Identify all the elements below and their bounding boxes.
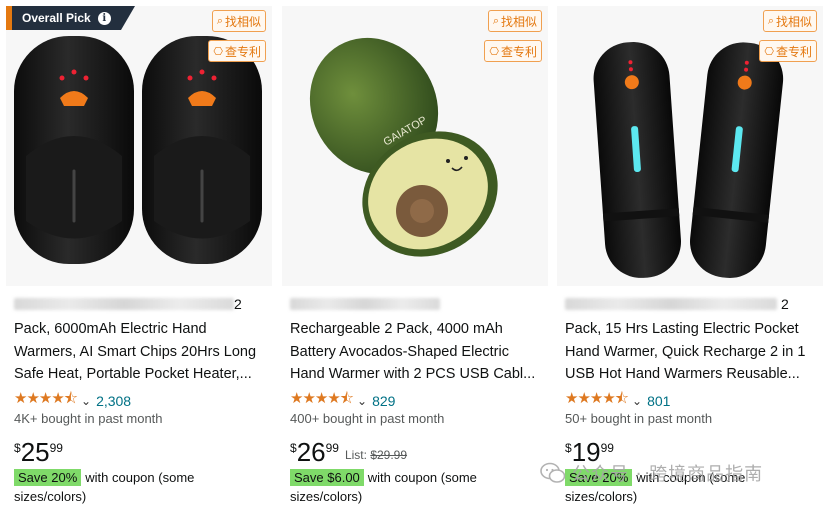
patent-icon: ⎔	[489, 44, 499, 58]
check-patent-button[interactable]: ⎔ 查专利	[759, 40, 817, 62]
search-icon: ⌕	[492, 14, 499, 27]
blurred-title-start	[14, 298, 234, 310]
product-card-1[interactable]: Overall Pick i ⌕ 找相似 ⎔ 查专利 2 Pack, 6000mAh…	[6, 6, 272, 507]
chevron-down-icon[interactable]: ⌄	[632, 394, 642, 408]
product-image-3[interactable]: ⌕ 找相似 ⎔ 查专利	[557, 6, 823, 286]
check-patent-button[interactable]: ⎔ 查专利	[484, 40, 542, 62]
coupon-info[interactable]: Save $6.00 with coupon (some sizes/colors…	[290, 468, 540, 506]
product-card-2[interactable]: GAIATOP ⌕ 找相似 ⎔ 查专利 Rechargeable 2 Pack, 4…	[282, 6, 548, 507]
watermark: 公众号 · 跨境商品指南	[540, 460, 763, 486]
find-similar-button[interactable]: ⌕ 找相似	[487, 10, 542, 32]
product-title[interactable]: Rechargeable 2 Pack, 4000 mAh Battery Av…	[290, 318, 542, 386]
product-image-1[interactable]: Overall Pick i ⌕ 找相似 ⎔ 查专利	[6, 6, 272, 286]
review-count-link[interactable]: 2,308	[96, 393, 131, 409]
search-icon: ⌕	[767, 14, 774, 27]
find-similar-button[interactable]: ⌕ 找相似	[211, 10, 266, 32]
search-icon: ⌕	[216, 14, 223, 27]
blurred-title-start	[290, 298, 440, 310]
title-blur-tail: 2	[781, 296, 789, 312]
check-patent-button[interactable]: ⎔ 查专利	[208, 40, 266, 62]
list-price: List: $29.99	[344, 448, 408, 462]
info-icon[interactable]: i	[97, 11, 111, 25]
coupon-info[interactable]: Save 20% with coupon (some sizes/colors)	[14, 468, 264, 506]
price: $ 26 99 List: $29.99	[290, 437, 408, 467]
rating-row[interactable]: ★★★★⯪ ⌄ 801	[565, 388, 670, 413]
star-rating-icon: ★★★★⯪	[14, 390, 78, 407]
price: $ 25 99	[14, 437, 63, 467]
save-badge: Save 20%	[14, 469, 82, 486]
star-rating-icon: ★★★★⯪	[565, 390, 629, 407]
chevron-down-icon[interactable]: ⌄	[81, 394, 91, 408]
bought-info: 400+ bought in past month	[290, 411, 445, 426]
review-count-link[interactable]: 801	[647, 393, 670, 409]
rating-row[interactable]: ★★★★⯪ ⌄ 2,308	[14, 388, 131, 413]
watermark-text: 公众号 · 跨境商品指南	[572, 464, 764, 485]
overall-pick-badge: Overall Pick i	[6, 6, 135, 30]
title-blur-tail: 2	[234, 296, 242, 312]
save-badge: Save $6.00	[290, 469, 364, 486]
bought-info: 50+ bought in past month	[565, 411, 713, 426]
patent-icon: ⎔	[213, 44, 223, 58]
product-title[interactable]: Pack, 15 Hrs Lasting Electric Pocket Han…	[565, 318, 817, 386]
wechat-icon	[540, 462, 566, 483]
blurred-title-start	[565, 298, 777, 310]
product-card-3[interactable]: ⌕ 找相似 ⎔ 查专利 2 Pack, 15 Hrs Lasting Electri…	[557, 6, 823, 507]
patent-icon: ⎔	[764, 44, 774, 58]
badge-label: Overall Pick	[22, 11, 91, 25]
find-similar-button[interactable]: ⌕ 找相似	[762, 10, 817, 32]
product-title[interactable]: Pack, 6000mAh Electric Hand Warmers, AI …	[14, 318, 266, 386]
review-count-link[interactable]: 829	[372, 393, 395, 409]
rating-row[interactable]: ★★★★⯪ ⌄ 829	[290, 388, 395, 413]
bought-info: 4K+ bought in past month	[14, 411, 163, 426]
product-image-2[interactable]: GAIATOP ⌕ 找相似 ⎔ 查专利	[282, 6, 548, 286]
star-rating-icon: ★★★★⯪	[290, 390, 354, 407]
chevron-down-icon[interactable]: ⌄	[357, 394, 367, 408]
